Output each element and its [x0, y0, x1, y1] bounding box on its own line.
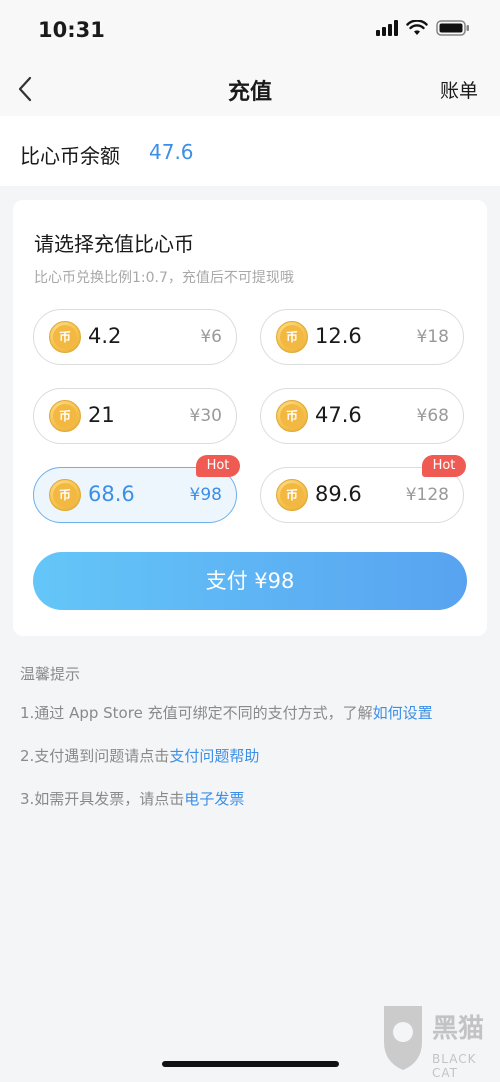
coin-icon: 币: [49, 479, 81, 511]
coin-icon: 币: [49, 321, 81, 353]
watermark-subtext: BLACK CAT: [432, 1052, 477, 1080]
home-indicator: [162, 1061, 339, 1067]
coin-icon: 币: [276, 400, 308, 432]
card-subtitle: 比心币兑换比例1:0.7，充值后不可提现哦: [34, 270, 294, 286]
option-amount: 4.2: [88, 324, 122, 348]
coin-glyph: 币: [280, 483, 304, 507]
cat-shield-icon: [384, 1006, 422, 1070]
tips-title: 温馨提示: [20, 665, 81, 683]
status-time: 10:31: [38, 18, 105, 42]
option-amount: 12.6: [315, 324, 362, 348]
coin-icon: 币: [49, 400, 81, 432]
recharge-card: 请选择充值比心币 比心币兑换比例1:0.7，充值后不可提现哦 币 4.2 ¥6 …: [13, 200, 487, 636]
option-amount: 21: [88, 403, 115, 427]
coin-glyph: 币: [280, 404, 304, 428]
navigation-bar: 充值 账单: [0, 60, 500, 116]
option-price: ¥18: [416, 327, 449, 347]
recharge-option-4-2[interactable]: 币 4.2 ¥6: [33, 309, 237, 365]
tips-section: 温馨提示 1.通过 App Store 充值可绑定不同的支付方式，了解如何设置 …: [20, 663, 480, 831]
balance-value: 47.6: [149, 140, 194, 164]
balance-label: 比心币余额: [20, 144, 120, 168]
e-invoice-link[interactable]: 电子发票: [184, 790, 244, 808]
recharge-option-12-6[interactable]: 币 12.6 ¥18: [260, 309, 464, 365]
tip-text: 2.支付遇到问题请点击: [20, 747, 170, 765]
coin-glyph: 币: [280, 325, 304, 349]
watermark-text: 黑猫: [432, 1014, 485, 1044]
option-price: ¥6: [200, 327, 222, 347]
coin-icon: 币: [276, 479, 308, 511]
coin-glyph: 币: [53, 483, 77, 507]
cellular-signal-icon: [376, 20, 398, 36]
recharge-option-21[interactable]: 币 21 ¥30: [33, 388, 237, 444]
battery-icon: [436, 20, 469, 36]
wifi-icon: [406, 20, 428, 35]
coin-glyph: 币: [53, 404, 77, 428]
tip-item: 2.支付遇到问题请点击支付问题帮助: [20, 745, 480, 766]
balance-section: 比心币余额 47.6: [0, 116, 500, 186]
coin-glyph: 币: [53, 325, 77, 349]
option-amount: 89.6: [315, 482, 362, 506]
page-title: 充值: [227, 80, 272, 105]
hot-badge: Hot: [196, 455, 240, 477]
option-price: ¥30: [189, 406, 222, 426]
option-price: ¥68: [416, 406, 449, 426]
bill-button[interactable]: 账单: [440, 76, 478, 103]
option-price: ¥98: [189, 485, 222, 505]
recharge-option-47-6[interactable]: 币 47.6 ¥68: [260, 388, 464, 444]
status-icons: [376, 20, 470, 36]
tip-text: 3.如需开具发票，请点击: [20, 790, 185, 808]
payment-help-link[interactable]: 支付问题帮助: [169, 747, 259, 765]
tip-item: 3.如需开具发票，请点击电子发票: [20, 788, 480, 809]
watermark: 黑猫 BLACK CAT: [380, 1002, 500, 1082]
pay-button[interactable]: 支付 ¥98: [33, 552, 467, 610]
tip-item: 1.通过 App Store 充值可绑定不同的支付方式，了解如何设置: [20, 702, 480, 723]
how-to-setup-link[interactable]: 如何设置: [373, 704, 433, 722]
hot-badge: Hot: [422, 455, 466, 477]
status-bar: 10:31: [0, 0, 500, 60]
option-amount: 68.6: [88, 482, 135, 506]
option-price: ¥128: [405, 485, 449, 505]
coin-icon: 币: [276, 321, 308, 353]
option-amount: 47.6: [315, 403, 362, 427]
card-title: 请选择充值比心币: [34, 232, 194, 256]
tip-text: 1.通过 App Store 充值可绑定不同的支付方式，了解: [20, 704, 373, 722]
